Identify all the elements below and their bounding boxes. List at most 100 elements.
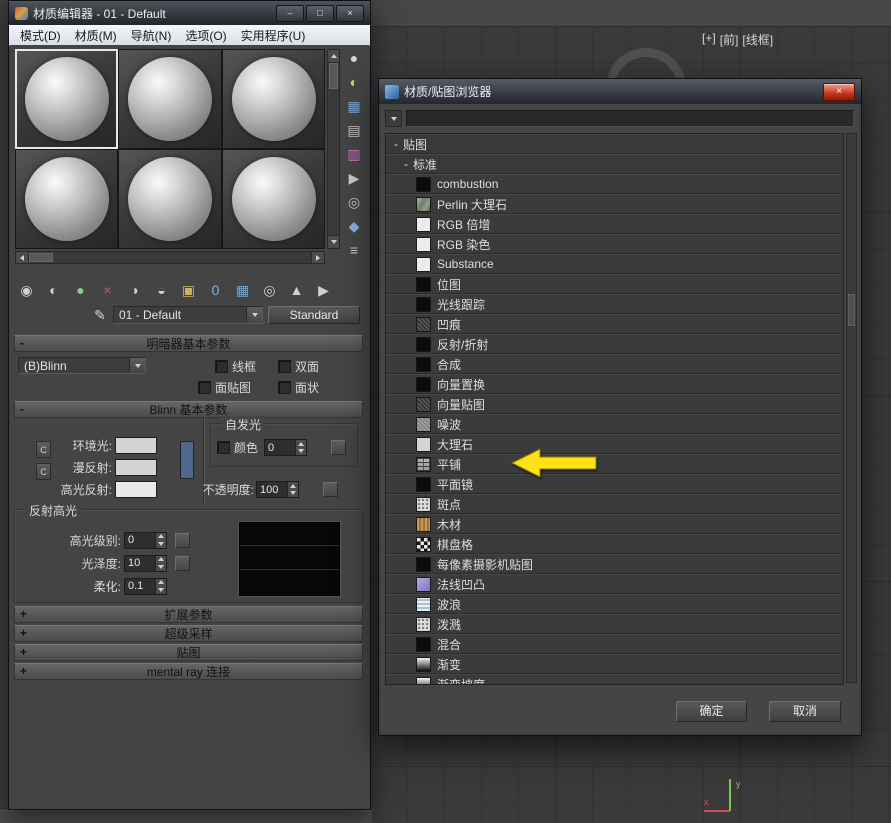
material-editor-titlebar[interactable]: 材质编辑器 - 01 - Default –□× [9, 1, 370, 25]
menu-item[interactable]: 实用程序(U) [234, 25, 313, 46]
scroll-left-button[interactable] [16, 252, 29, 263]
map-item-row[interactable]: 木材 [386, 514, 843, 533]
put-material-to-scene-icon[interactable]: ◐ [41, 279, 66, 301]
material-type-button[interactable]: Standard [268, 306, 360, 324]
map-item-row[interactable]: 平铺 [386, 454, 843, 473]
map-item-row[interactable]: 波浪 [386, 594, 843, 613]
viewport-shading[interactable]: [线框] [742, 31, 773, 48]
map-item-row[interactable]: 凹痕 [386, 314, 843, 333]
sample-slot[interactable] [222, 49, 325, 149]
background-icon[interactable]: ▦ [342, 95, 366, 116]
material-map-navigator-icon[interactable]: ≡ [342, 239, 366, 260]
collapsed-rollout[interactable]: + mental ray 连接 [14, 663, 363, 680]
map-item-row[interactable]: 向量置换 [386, 374, 843, 393]
glossiness-map-button[interactable] [175, 556, 190, 571]
color-checkbox[interactable] [217, 441, 230, 454]
minimize-button[interactable]: – [276, 5, 304, 22]
map-item-row[interactable]: 渐变 [386, 654, 843, 673]
menu-item[interactable]: 导航(N) [124, 25, 179, 46]
map-item-row[interactable]: 平面镜 [386, 474, 843, 493]
sample-slot[interactable] [118, 149, 222, 249]
glossiness-spinner[interactable]: 10 [124, 555, 167, 572]
wire-checkbox[interactable] [215, 360, 228, 373]
go-forward-to-sibling-icon[interactable]: ▶ [311, 279, 336, 301]
map-item-row[interactable]: 向量贴图 [386, 394, 843, 413]
video-color-check-icon[interactable]: ▥ [342, 143, 366, 164]
select-by-material-icon[interactable]: ◆ [342, 215, 366, 236]
cancel-button[interactable]: 取消 [769, 701, 841, 722]
group-row-standard[interactable]: - 标准 [386, 154, 843, 173]
make-unique-icon[interactable]: ◒ [149, 279, 174, 301]
specular-level-map-button[interactable] [175, 533, 190, 548]
show-map-in-viewport-icon[interactable]: ▦ [230, 279, 255, 301]
scrollbar-thumb[interactable] [848, 294, 855, 326]
self-illum-map-button[interactable] [331, 440, 346, 455]
assign-material-to-selection-icon[interactable]: ● [68, 279, 93, 301]
reset-map-icon[interactable]: × [95, 279, 120, 301]
slots-vertical-scrollbar[interactable] [327, 49, 340, 249]
diffuse-color-swatch[interactable] [115, 459, 157, 476]
collapsed-rollout[interactable]: + 贴图 [14, 644, 363, 661]
map-item-row[interactable]: 混合 [386, 634, 843, 653]
options-icon[interactable]: ◎ [342, 191, 366, 212]
map-item-row[interactable]: 位图 [386, 274, 843, 293]
collapsed-rollout[interactable]: + 超级采样 [14, 625, 363, 642]
map-item-row[interactable]: RGB 倍增 [386, 214, 843, 233]
soften-spinner[interactable]: 0.1 [124, 578, 167, 595]
menu-item[interactable]: 材质(M) [68, 25, 124, 46]
lock-ambient-diffuse-button[interactable] [180, 441, 194, 479]
make-preview-icon[interactable]: ▶ [342, 167, 366, 188]
map-item-row[interactable]: 泼溅 [386, 614, 843, 633]
shader-type-dropdown[interactable]: (B)Blinn [18, 357, 146, 374]
maximize-button[interactable]: □ [306, 5, 334, 22]
map-item-row[interactable]: 斑点 [386, 494, 843, 513]
put-to-library-icon[interactable]: ▣ [176, 279, 201, 301]
map-item-row[interactable]: RGB 染色 [386, 234, 843, 253]
dialog-close-button[interactable]: × [823, 83, 855, 101]
rollout-blinn-basic-params[interactable]: - Blinn 基本参数 [14, 401, 363, 418]
map-item-row[interactable]: 合成 [386, 354, 843, 373]
sample-slot-active[interactable] [15, 49, 118, 149]
sample-type-icon[interactable]: ● [342, 47, 366, 68]
two-sided-checkbox[interactable] [278, 360, 291, 373]
show-end-result-icon[interactable]: ◎ [257, 279, 282, 301]
map-item-row[interactable]: 棋盘格 [386, 534, 843, 553]
viewport-view[interactable]: [前] [720, 31, 739, 48]
face-map-checkbox[interactable] [198, 381, 211, 394]
map-item-row[interactable]: 噪波 [386, 414, 843, 433]
slots-horizontal-scrollbar[interactable] [15, 251, 325, 264]
browser-scrollbar[interactable] [846, 133, 857, 683]
material-id-channel-icon[interactable]: 0 [203, 279, 228, 301]
pick-material-from-object-icon[interactable]: ✎ [90, 305, 110, 325]
sample-slot[interactable] [15, 149, 118, 249]
collapsed-rollout[interactable]: + 扩展参数 [14, 606, 363, 623]
group-row-maps[interactable]: - 贴图 [386, 134, 843, 153]
backlight-icon[interactable]: ◐ [342, 71, 366, 92]
menu-item[interactable]: 选项(O) [178, 25, 233, 46]
get-material-icon[interactable]: ◉ [14, 279, 39, 301]
map-item-row[interactable]: 大理石 [386, 434, 843, 453]
ambient-color-swatch[interactable] [115, 437, 157, 454]
map-item-row[interactable]: combustion [386, 174, 843, 193]
scrollbar-thumb[interactable] [29, 253, 53, 262]
opacity-spinner[interactable]: 100 [256, 481, 299, 498]
browser-titlebar[interactable]: 材质/贴图浏览器 × [379, 79, 861, 104]
menu-item[interactable]: 模式(D) [13, 25, 68, 46]
map-item-row[interactable]: Perlin 大理石 [386, 194, 843, 213]
sample-uv-tiling-icon[interactable]: ▤ [342, 119, 366, 140]
faceted-checkbox[interactable] [278, 381, 291, 394]
specular-color-swatch[interactable] [115, 481, 157, 498]
specular-level-spinner[interactable]: 0 [124, 532, 167, 549]
self-illum-spinner[interactable]: 0 [264, 439, 307, 456]
scroll-right-button[interactable] [311, 252, 324, 263]
make-material-copy-icon[interactable]: ◑ [122, 279, 147, 301]
scroll-down-button[interactable] [328, 235, 339, 248]
map-item-row[interactable]: Substance [386, 254, 843, 273]
search-input[interactable] [406, 110, 854, 127]
sample-slot[interactable] [118, 49, 222, 149]
map-item-row[interactable]: 渐变坡度 [386, 674, 843, 685]
map-item-row[interactable]: 光线跟踪 [386, 294, 843, 313]
map-item-row[interactable]: 每像素摄影机贴图 [386, 554, 843, 573]
search-options-button[interactable] [385, 110, 402, 127]
map-item-row[interactable]: 法线凹凸 [386, 574, 843, 593]
